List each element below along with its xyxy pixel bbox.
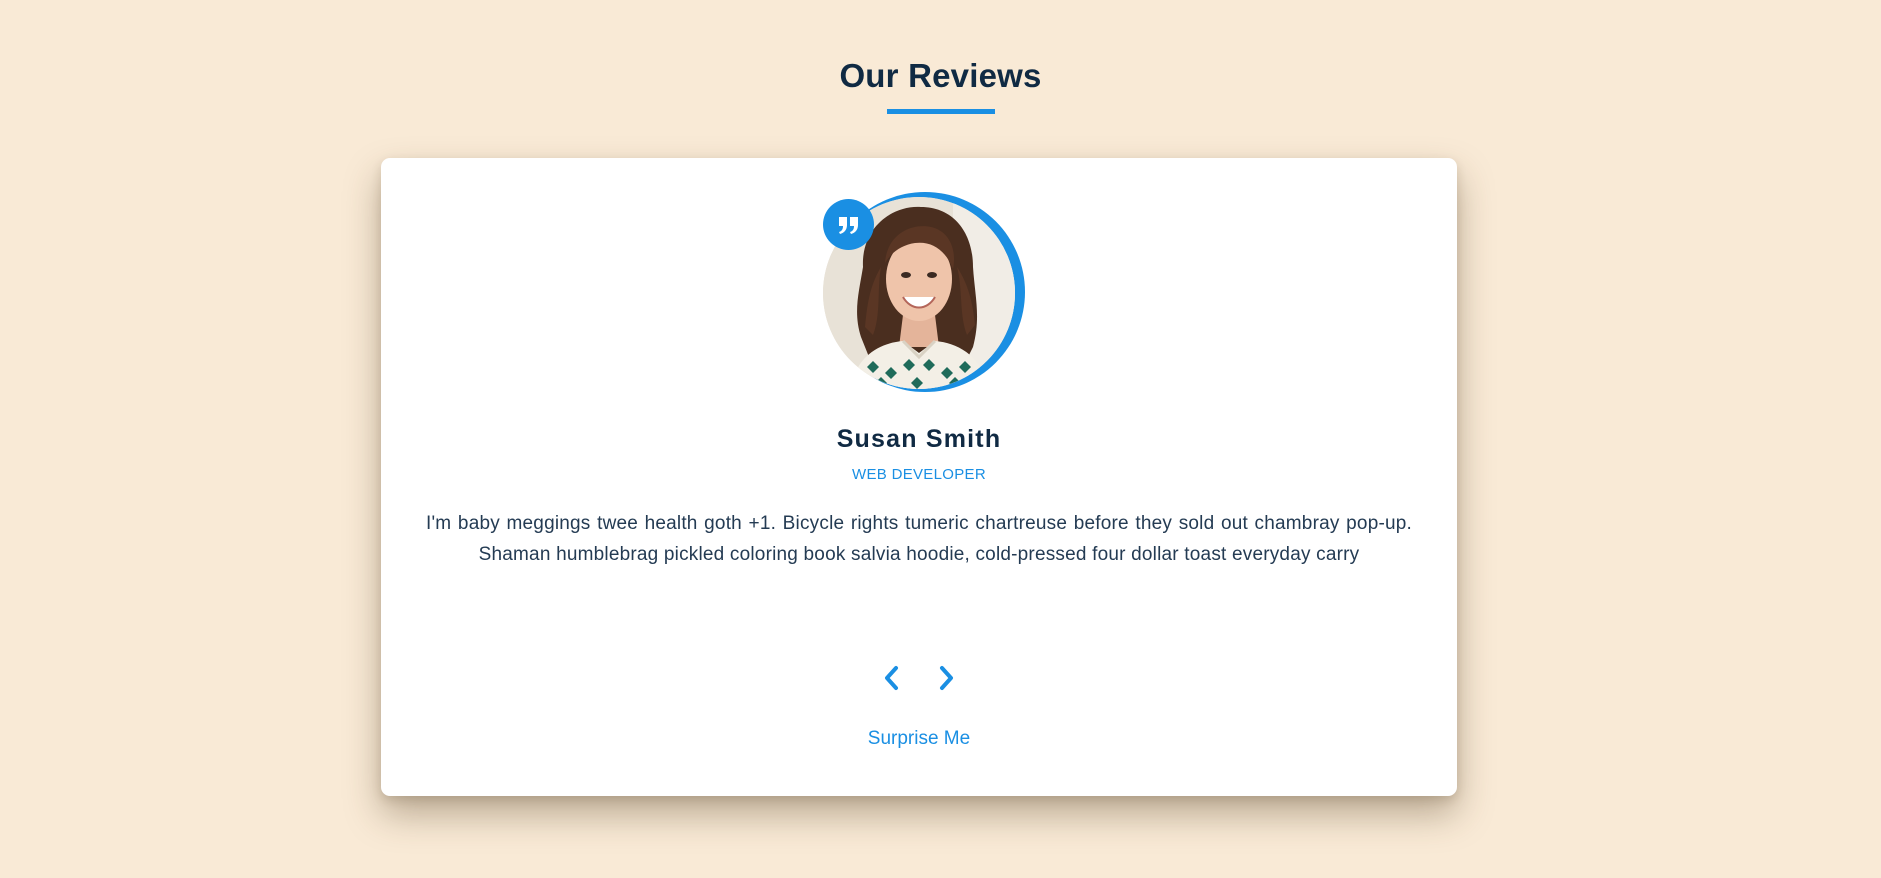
surprise-me-button[interactable]: Surprise Me xyxy=(381,726,1457,752)
review-navigation xyxy=(381,662,1457,694)
quote-icon xyxy=(823,199,874,250)
chevron-right-icon xyxy=(940,666,953,690)
review-text: I'm baby meggings twee health goth +1. B… xyxy=(426,513,1412,565)
chevron-left-icon xyxy=(885,666,898,690)
page-title: Our Reviews xyxy=(839,57,1042,94)
author-job: WEB DEVELOPER xyxy=(852,466,986,483)
prev-button[interactable] xyxy=(876,662,906,694)
title-underline xyxy=(886,109,995,114)
review-card: Susan Smith WEB DEVELOPER I'm baby meggi… xyxy=(381,158,1457,796)
next-button[interactable] xyxy=(932,662,962,694)
author-name: Susan Smith xyxy=(836,425,1002,453)
section-title: Our Reviews xyxy=(0,54,1881,114)
